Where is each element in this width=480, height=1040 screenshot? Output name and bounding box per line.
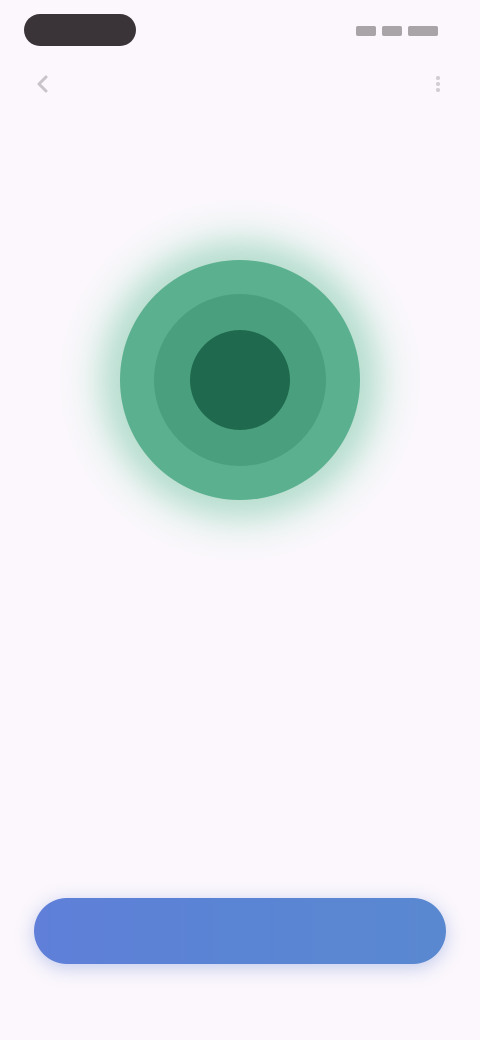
pulse-indicator bbox=[60, 200, 420, 560]
status-message bbox=[60, 564, 420, 590]
page-title bbox=[80, 74, 400, 94]
status-bar bbox=[0, 0, 480, 60]
wifi-icon bbox=[382, 26, 402, 36]
status-icons bbox=[356, 24, 438, 38]
pulse-core bbox=[190, 330, 290, 430]
more-icon[interactable] bbox=[426, 72, 450, 96]
top-app-bar bbox=[0, 60, 480, 110]
signal-icon bbox=[356, 26, 376, 36]
primary-action-button[interactable] bbox=[34, 898, 446, 964]
back-arrow-icon[interactable] bbox=[30, 72, 58, 96]
status-time bbox=[24, 14, 136, 46]
battery-icon bbox=[408, 26, 438, 36]
